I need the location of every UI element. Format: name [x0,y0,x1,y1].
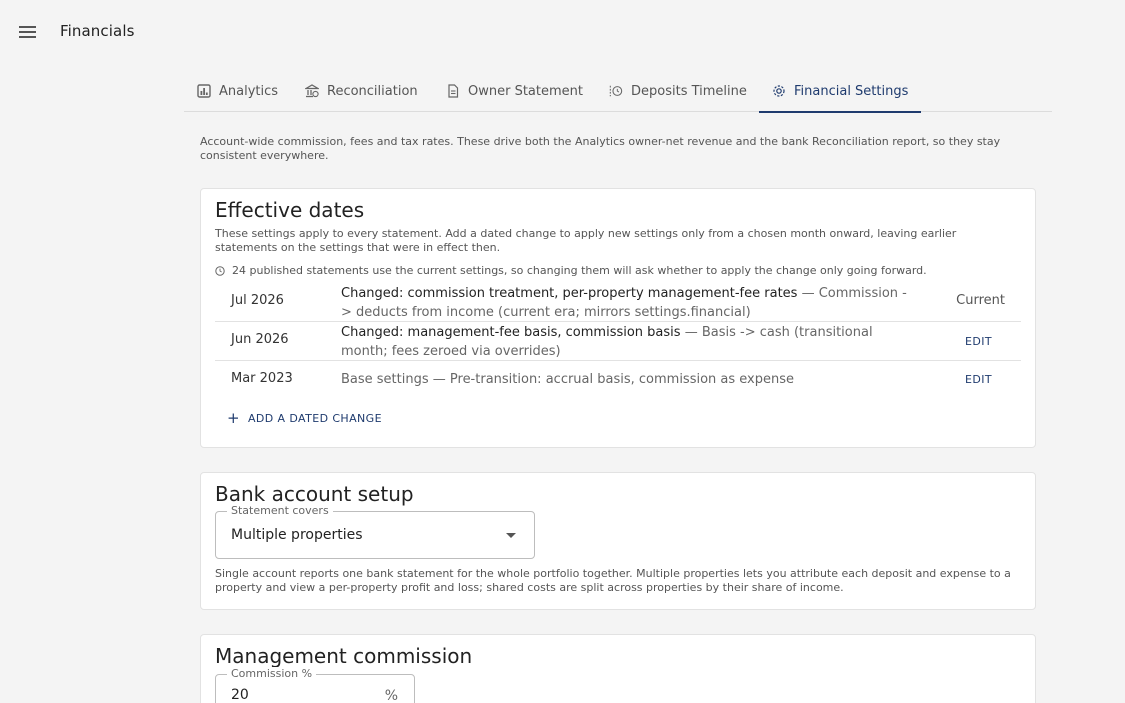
tab-label: Analytics [219,83,279,99]
tab-analytics[interactable]: Analytics [197,70,278,112]
bar-chart-icon [197,84,211,98]
status-current: Current [956,293,1005,308]
bank-account-setup-card: Bank account setup Statement covers Mult… [200,472,1036,610]
row-detail: Base settings — Pre-transition: accrual … [341,372,795,387]
tab-label: Financial Settings [794,83,909,99]
statement-covers-select[interactable]: Statement covers Multiple properties [215,504,535,559]
row-changed: Changed: management-fee basis, commissio… [341,325,681,340]
add-dated-change-button[interactable]: + ADD A DATED CHANGE [227,409,382,427]
commission-field: Commission % % [215,667,415,703]
tab-label: Owner Statement [468,83,583,99]
effective-date-row: Jul 2026 Changed: commission treatment, … [215,283,1021,322]
commission-input[interactable] [231,687,371,703]
dropdown-arrow-icon [506,533,516,538]
tab-bar: Analytics Reconciliation Owner Statement… [184,70,1052,113]
section-title: Bank account setup [215,482,414,506]
info-note: 24 published statements use the current … [215,264,927,277]
add-dated-change-label: ADD A DATED CHANGE [247,412,382,425]
row-date: Mar 2023 [231,371,293,386]
tab-owner-statement[interactable]: Owner Statement [446,70,583,112]
tab-deposits-timeline[interactable]: Deposits Timeline [609,70,747,112]
management-commission-card: Management commission Commission % % [200,634,1036,703]
hamburger-menu-icon[interactable] [18,24,38,40]
effective-date-row: Mar 2023 Base settings — Pre-transition:… [215,362,1021,398]
select-value: Multiple properties [231,527,363,543]
info-note-text: 24 published statements use the current … [232,264,927,277]
bank-icon [305,84,319,98]
gear-icon [772,84,786,98]
plus-icon: + [227,409,240,427]
effective-date-row: Jun 2026 Changed: management-fee basis, … [215,323,1021,361]
tab-label: Deposits Timeline [631,83,747,99]
percent-unit: % [384,688,398,703]
intro-text: Account-wide commission, fees and tax ra… [200,135,1001,162]
tab-financial-settings[interactable]: Financial Settings [759,70,922,113]
document-icon [446,84,460,98]
tab-reconciliation[interactable]: Reconciliation [305,70,418,112]
bank-setup-help-text: Single account reports one bank statemen… [215,567,1011,594]
select-label: Statement covers [227,504,333,517]
row-date: Jul 2026 [231,293,284,308]
timeline-history-icon [609,84,623,98]
row-changed: Changed: commission treatment, per-prope… [341,286,798,301]
tab-label: Reconciliation [327,83,418,99]
section-title: Management commission [215,644,473,668]
clock-icon [215,265,225,276]
app-title: Financials [60,22,135,40]
edit-button[interactable]: EDIT [965,335,992,348]
section-description: These settings apply to every statement.… [215,227,957,254]
row-description: Changed: commission treatment, per-prope… [341,284,911,322]
commission-label: Commission % [227,667,317,680]
section-title: Effective dates [215,198,365,222]
edit-button[interactable]: EDIT [965,373,992,386]
top-bar: Financials [0,0,1125,64]
row-description: Changed: management-fee basis, commissio… [341,323,911,361]
row-description: Base settings — Pre-transition: accrual … [341,370,911,389]
row-date: Jun 2026 [231,332,289,347]
effective-dates-card: Effective dates These settings apply to … [200,188,1036,448]
